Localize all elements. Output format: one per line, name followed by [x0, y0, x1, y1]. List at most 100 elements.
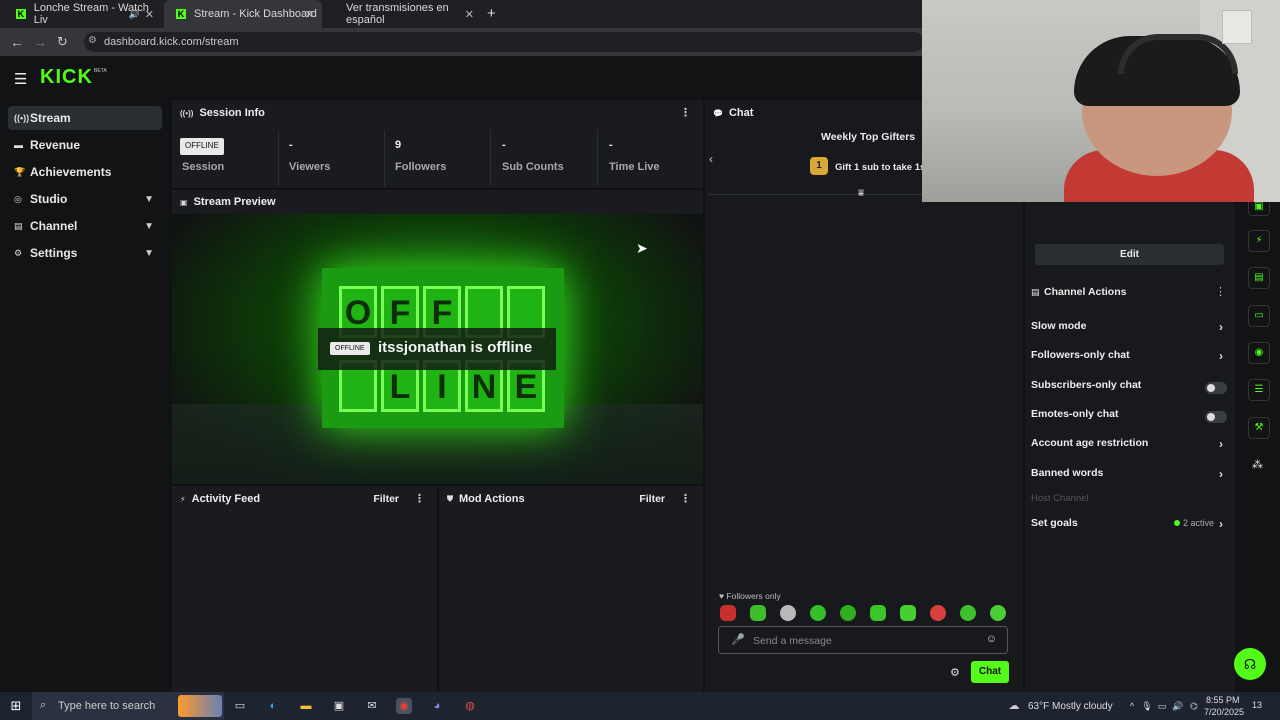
list-icon[interactable]: ☰ [1248, 379, 1270, 401]
emotes-only-toggle[interactable] [1205, 411, 1227, 423]
rank-badge: 1 [810, 157, 828, 175]
reload-icon[interactable]: ↻ [57, 34, 68, 50]
emote-devil-icon[interactable] [930, 605, 946, 621]
sidebar-item-revenue[interactable]: ▬ Revenue [8, 133, 162, 157]
divider [490, 130, 491, 186]
action-label: Slow mode [1031, 320, 1087, 332]
sidebar-item-studio[interactable]: ◎ Studio ▼ [8, 187, 162, 211]
emote-angry-icon[interactable] [720, 605, 736, 621]
emote-frog-icon[interactable] [870, 605, 886, 621]
collapse-icon[interactable]: ⩸ [858, 188, 864, 199]
more-options-icon[interactable]: ⋮ [680, 492, 691, 505]
wrench-icon[interactable]: ⚒ [1248, 417, 1270, 439]
channel-action-account-age[interactable]: Account age restriction › [1031, 437, 1229, 457]
apps-icon[interactable]: ⁂ [1252, 458, 1263, 471]
chevron-down-icon: ▼ [144, 193, 154, 205]
subscribers-only-toggle[interactable] [1205, 382, 1227, 394]
edit-button[interactable]: Edit [1035, 244, 1224, 265]
browser-tab[interactable]: K Lonche Stream - Watch Liv 🔊 ✕ [4, 0, 162, 28]
kick-logo[interactable]: KICK [40, 66, 93, 89]
windows-start-icon[interactable]: ⊞ [8, 698, 24, 714]
weather-icon: ☁ [1008, 700, 1020, 712]
more-options-icon[interactable]: ⋮ [680, 106, 691, 119]
emoji-icon[interactable]: ☺ [986, 633, 997, 645]
new-tab-icon[interactable]: + [487, 5, 496, 22]
filter-button[interactable]: Filter [373, 493, 399, 505]
chat-settings-gear-icon[interactable]: ⚙ [950, 666, 960, 679]
emote-lol-icon[interactable] [960, 605, 976, 621]
emote-smile-icon[interactable] [810, 605, 826, 621]
kick-favicon-icon: K [176, 9, 186, 19]
emote-wink-icon[interactable] [990, 605, 1006, 621]
forward-icon[interactable]: → [33, 34, 47, 50]
filter-button[interactable]: Filter [639, 493, 665, 505]
top-gifters-title: Weekly Top Gifters [821, 131, 916, 143]
emote-glasses-icon[interactable] [840, 605, 856, 621]
action-label: Followers-only chat [1031, 349, 1130, 361]
stat-value: - [289, 139, 293, 151]
headset-band [1118, 34, 1238, 74]
chrome-icon[interactable]: ◉ [396, 698, 412, 714]
channel-action-slow-mode[interactable]: Slow mode › [1031, 320, 1229, 340]
gift-prompt-text[interactable]: Gift 1 sub to take 1st [835, 162, 928, 173]
webcam-overlay [922, 0, 1280, 202]
chat-bubble-icon[interactable]: ▭ [1248, 305, 1270, 327]
broadcast-icon[interactable]: ◉ [1248, 342, 1270, 364]
url-field[interactable]: ⚙ dashboard.kick.com/stream [84, 32, 924, 52]
chat-message-input[interactable]: 🎤 Send a message ☺ [718, 626, 1008, 654]
gear-icon: ⚙ [14, 247, 23, 258]
notifications-count[interactable]: 13 [1252, 700, 1262, 710]
clock-time[interactable]: 8:55 PM [1206, 695, 1240, 705]
network-icon[interactable]: ⌬ [1186, 698, 1202, 714]
action-label: Subscribers-only chat [1031, 379, 1142, 391]
chevron-left-icon[interactable]: ‹ [709, 152, 713, 166]
close-tab-icon[interactable]: ✕ [465, 8, 474, 21]
taskbar-search-box[interactable]: ⌕ Type here to search [32, 692, 224, 720]
channel-action-set-goals[interactable]: Set goals 2 active › [1031, 517, 1229, 537]
sidebar-item-settings[interactable]: ⚙ Settings ▼ [8, 241, 162, 265]
microphone-icon[interactable]: 🎤 [731, 633, 745, 646]
send-chat-button[interactable]: Chat [971, 661, 1009, 683]
activity-feed-header: ⚡ Activity Feed Filter ⋮ [172, 486, 437, 512]
support-headset-icon[interactable]: ☊ [1234, 648, 1266, 680]
close-tab-icon[interactable]: ✕ [145, 8, 154, 21]
volume-icon[interactable]: 🔊 [1170, 698, 1186, 714]
emote-cup-icon[interactable] [750, 605, 766, 621]
app-icon[interactable]: ◍ [462, 698, 478, 714]
tray-chevron-icon[interactable]: ^ [1124, 698, 1140, 714]
weather-text[interactable]: 63°F Mostly cloudy [1028, 701, 1113, 712]
channel-action-host-channel: Host Channel [1031, 493, 1229, 513]
sidebar-item-achievements[interactable]: 🏆 Achievements [8, 160, 162, 184]
chat-bubble-icon: 💬 [713, 108, 723, 118]
browser-tab-active[interactable]: K Stream - Kick Dashboard ✕ [164, 0, 322, 28]
mail-icon[interactable]: ✉ [364, 698, 380, 714]
file-explorer-icon[interactable]: ▬ [298, 698, 314, 714]
display-icon[interactable]: ▭ [1154, 698, 1170, 714]
sidebar-item-stream[interactable]: ((•)) Stream [8, 106, 162, 130]
emote-skull-icon[interactable] [780, 605, 796, 621]
channel-action-followers-only[interactable]: Followers-only chat › [1031, 349, 1229, 369]
notes-icon[interactable]: ▤ [1248, 267, 1270, 289]
search-icon: ⌕ [40, 699, 47, 711]
browser-tab[interactable]: Ver transmisiones en español ✕ [324, 0, 482, 28]
stream-preview-header: ▣ Stream Preview [172, 190, 703, 214]
microphone-tray-icon[interactable]: 🎙 [1139, 698, 1155, 714]
sidebar-item-channel[interactable]: ▤ Channel ▼ [8, 214, 162, 238]
search-highlight-icon [178, 695, 222, 717]
site-info-icon[interactable]: ⚙ [88, 35, 97, 46]
lightning-icon[interactable]: ⚡ [1248, 230, 1270, 252]
close-tab-icon[interactable]: ✕ [305, 8, 314, 21]
menu-icon[interactable]: ☰ [14, 70, 27, 88]
task-view-icon[interactable]: ▭ [232, 698, 248, 714]
channel-action-banned-words[interactable]: Banned words › [1031, 467, 1229, 487]
stream-preview[interactable]: O F F L I N E OFFLINE itssjonathan is of… [172, 214, 703, 484]
broadcast-icon: ((•)) [14, 113, 30, 123]
emote-blob-icon[interactable] [900, 605, 916, 621]
store-icon[interactable]: ▣ [331, 698, 347, 714]
more-options-icon[interactable]: ⋮ [1215, 285, 1226, 298]
back-icon[interactable]: ← [10, 34, 24, 50]
edge-icon[interactable]: ◐ [265, 698, 281, 714]
discord-icon[interactable]: ◕ [429, 698, 445, 714]
more-options-icon[interactable]: ⋮ [414, 492, 425, 505]
clock-date[interactable]: 7/20/2025 [1204, 707, 1244, 717]
